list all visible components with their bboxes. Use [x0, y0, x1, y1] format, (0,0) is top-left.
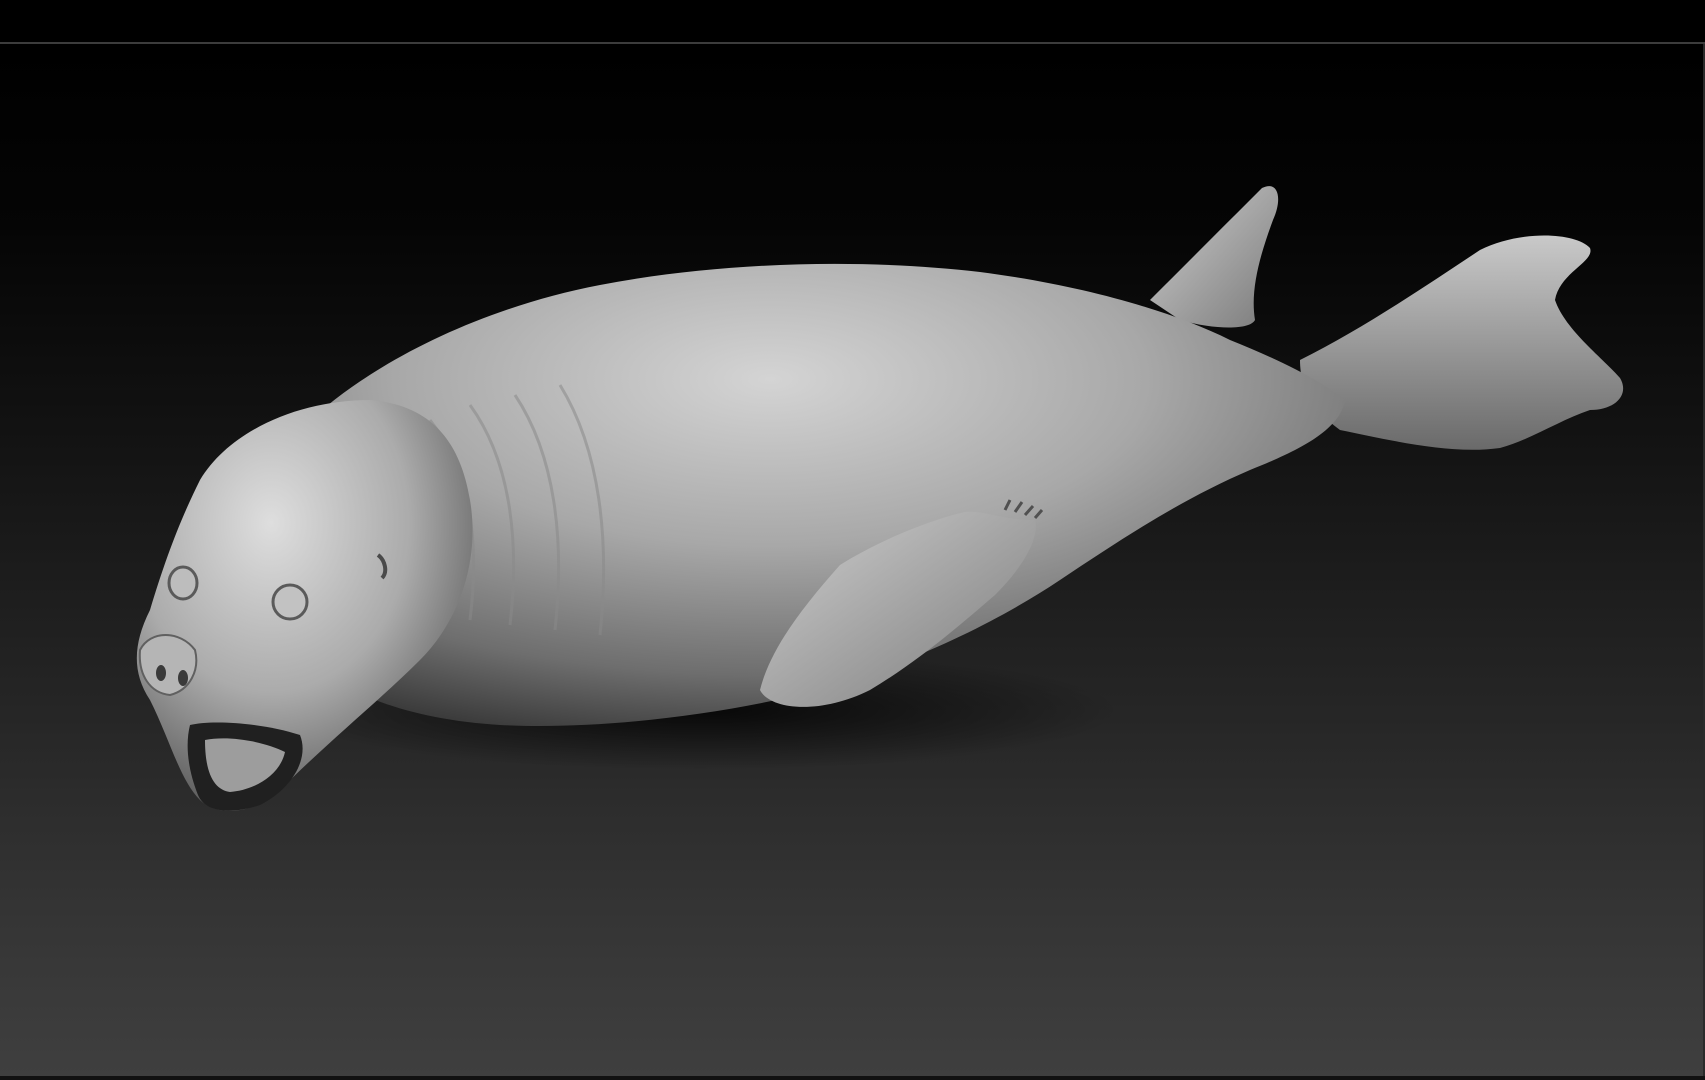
nostril-left	[156, 665, 166, 681]
rear-flipper-tail	[1300, 235, 1624, 450]
seal-model[interactable]	[0, 0, 1705, 1080]
right-eye	[271, 583, 309, 621]
app-window	[0, 0, 1705, 1080]
viewport-bottom-divider	[0, 1076, 1705, 1080]
nostril-right	[178, 670, 188, 686]
rear-flipper-upper	[1150, 186, 1279, 328]
left-eye	[167, 565, 199, 601]
